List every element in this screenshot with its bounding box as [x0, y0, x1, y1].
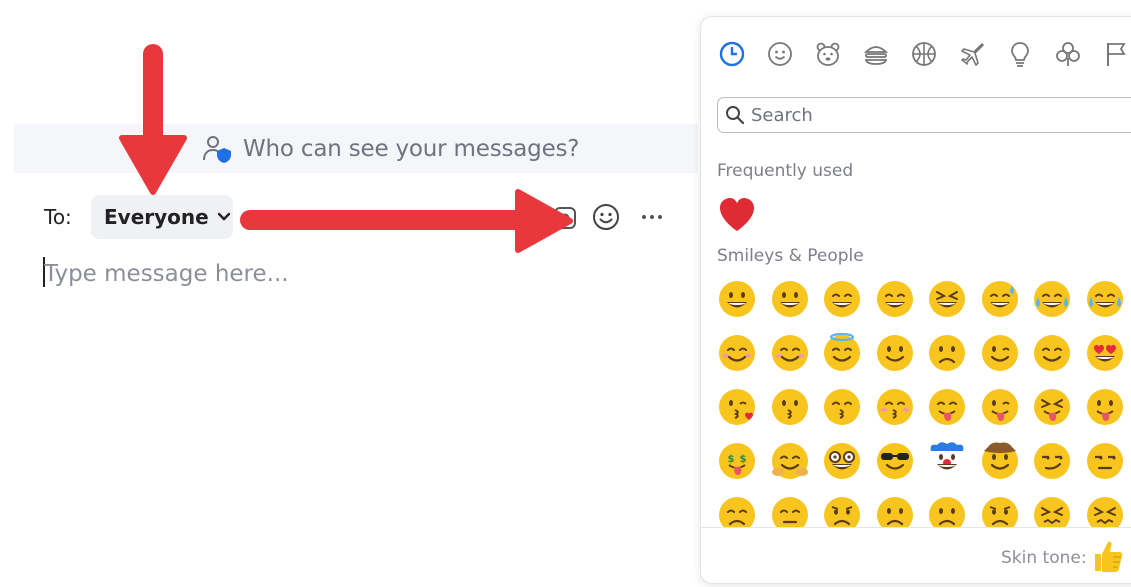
emoji-joy[interactable] [1032, 279, 1072, 319]
emoji-wink[interactable] [980, 333, 1020, 373]
lightbulb-icon [1011, 42, 1029, 67]
message-input[interactable] [42, 254, 684, 294]
symbols-icon [1056, 42, 1080, 66]
emoji-unamused[interactable] [1085, 441, 1125, 481]
emoji-kissing-heart[interactable] [717, 387, 757, 427]
food-icon [863, 46, 889, 65]
category-symbols-tab[interactable] [1053, 39, 1083, 69]
emoji-kissing-closed-eyes[interactable] [875, 387, 915, 427]
screenshot-icon[interactable] [552, 203, 578, 231]
flag-icon [1107, 43, 1126, 66]
category-smileys-tab[interactable] [765, 39, 795, 69]
svg-text:$: $ [740, 454, 747, 465]
category-animals-tab[interactable] [813, 39, 843, 69]
smileys-people-label: Smileys & People [717, 246, 864, 266]
emoji-stuck-out-tongue[interactable] [1085, 387, 1125, 427]
emoji-blush[interactable] [717, 333, 757, 373]
emoji-money-mouth[interactable]: $ $ [717, 441, 757, 481]
category-recent-tab[interactable] [717, 39, 747, 69]
privacy-text: Who can see your messages? [243, 136, 580, 162]
emoji-search-box[interactable] [717, 97, 1131, 133]
svg-text:$: $ [728, 454, 735, 465]
emoji-stuck-out-tongue-winking[interactable] [980, 387, 1020, 427]
emoji-button-icon[interactable] [592, 203, 620, 231]
emoji-sweat-smile[interactable] [980, 279, 1020, 319]
emoji-rofl[interactable] [1085, 279, 1125, 319]
emoji-laughing[interactable] [927, 279, 967, 319]
emoji-innocent[interactable] [822, 332, 862, 373]
privacy-bar[interactable]: Who can see your messages? [14, 124, 698, 173]
skin-tone-label: Skin tone: [1001, 548, 1087, 568]
emoji-picker: Frequently used Smileys & People $$ Skin… [700, 16, 1131, 584]
emoji-smiley[interactable] [770, 279, 810, 319]
emoji-kissing[interactable] [770, 387, 810, 427]
emoji-relaxed[interactable] [770, 333, 810, 373]
recent-icon [719, 41, 745, 67]
emoji-heart[interactable] [717, 195, 757, 235]
emoji-picker-footer: Skin tone: [701, 527, 1131, 583]
emoji-hugging[interactable] [770, 441, 810, 481]
category-food-tab[interactable] [861, 39, 891, 69]
emoji-grin[interactable] [875, 279, 915, 319]
travel-icon [961, 43, 984, 66]
emoji-upside-down[interactable] [927, 333, 967, 373]
emoji-yum[interactable] [927, 387, 967, 427]
category-flags-tab[interactable] [1101, 39, 1131, 69]
emoji-nerd[interactable] [822, 441, 862, 481]
emoji-smile[interactable] [822, 279, 862, 319]
thumbs-up-skin-tone-icon[interactable] [1091, 538, 1125, 574]
search-icon [726, 106, 745, 125]
emoji-search-input[interactable] [749, 103, 1131, 127]
frequently-used-label: Frequently used [717, 161, 854, 181]
category-travel-tab[interactable] [957, 39, 987, 69]
category-objects-tab[interactable] [1005, 39, 1035, 69]
category-sports-tab[interactable] [909, 39, 939, 69]
recipient-value: Everyone [104, 205, 209, 229]
recipient-dropdown[interactable]: Everyone [91, 195, 233, 239]
emoji-clown[interactable] [927, 441, 967, 481]
emoji-relieved[interactable] [1032, 333, 1072, 373]
smiley-icon [768, 42, 792, 66]
emoji-smirk[interactable] [1032, 441, 1072, 481]
animal-icon [816, 42, 840, 66]
emoji-heart-eyes[interactable] [1085, 333, 1125, 373]
chevron-down-icon [217, 212, 230, 221]
emoji-cowboy[interactable] [980, 441, 1020, 481]
down-arrow-annotation [119, 44, 187, 195]
emoji-slightly-smiling[interactable] [875, 333, 915, 373]
emoji-grinning[interactable] [717, 279, 757, 319]
privacy-user-shield-icon [203, 136, 231, 163]
emoji-kissing-smiling-eyes[interactable] [822, 387, 862, 427]
more-options-icon[interactable] [640, 208, 664, 226]
emoji-sunglasses[interactable] [875, 441, 915, 481]
emoji-stuck-out-tongue-closed-eyes[interactable] [1032, 387, 1072, 427]
to-label: To: [44, 205, 72, 229]
sports-icon [912, 42, 936, 66]
right-arrow-annotation [240, 189, 573, 253]
